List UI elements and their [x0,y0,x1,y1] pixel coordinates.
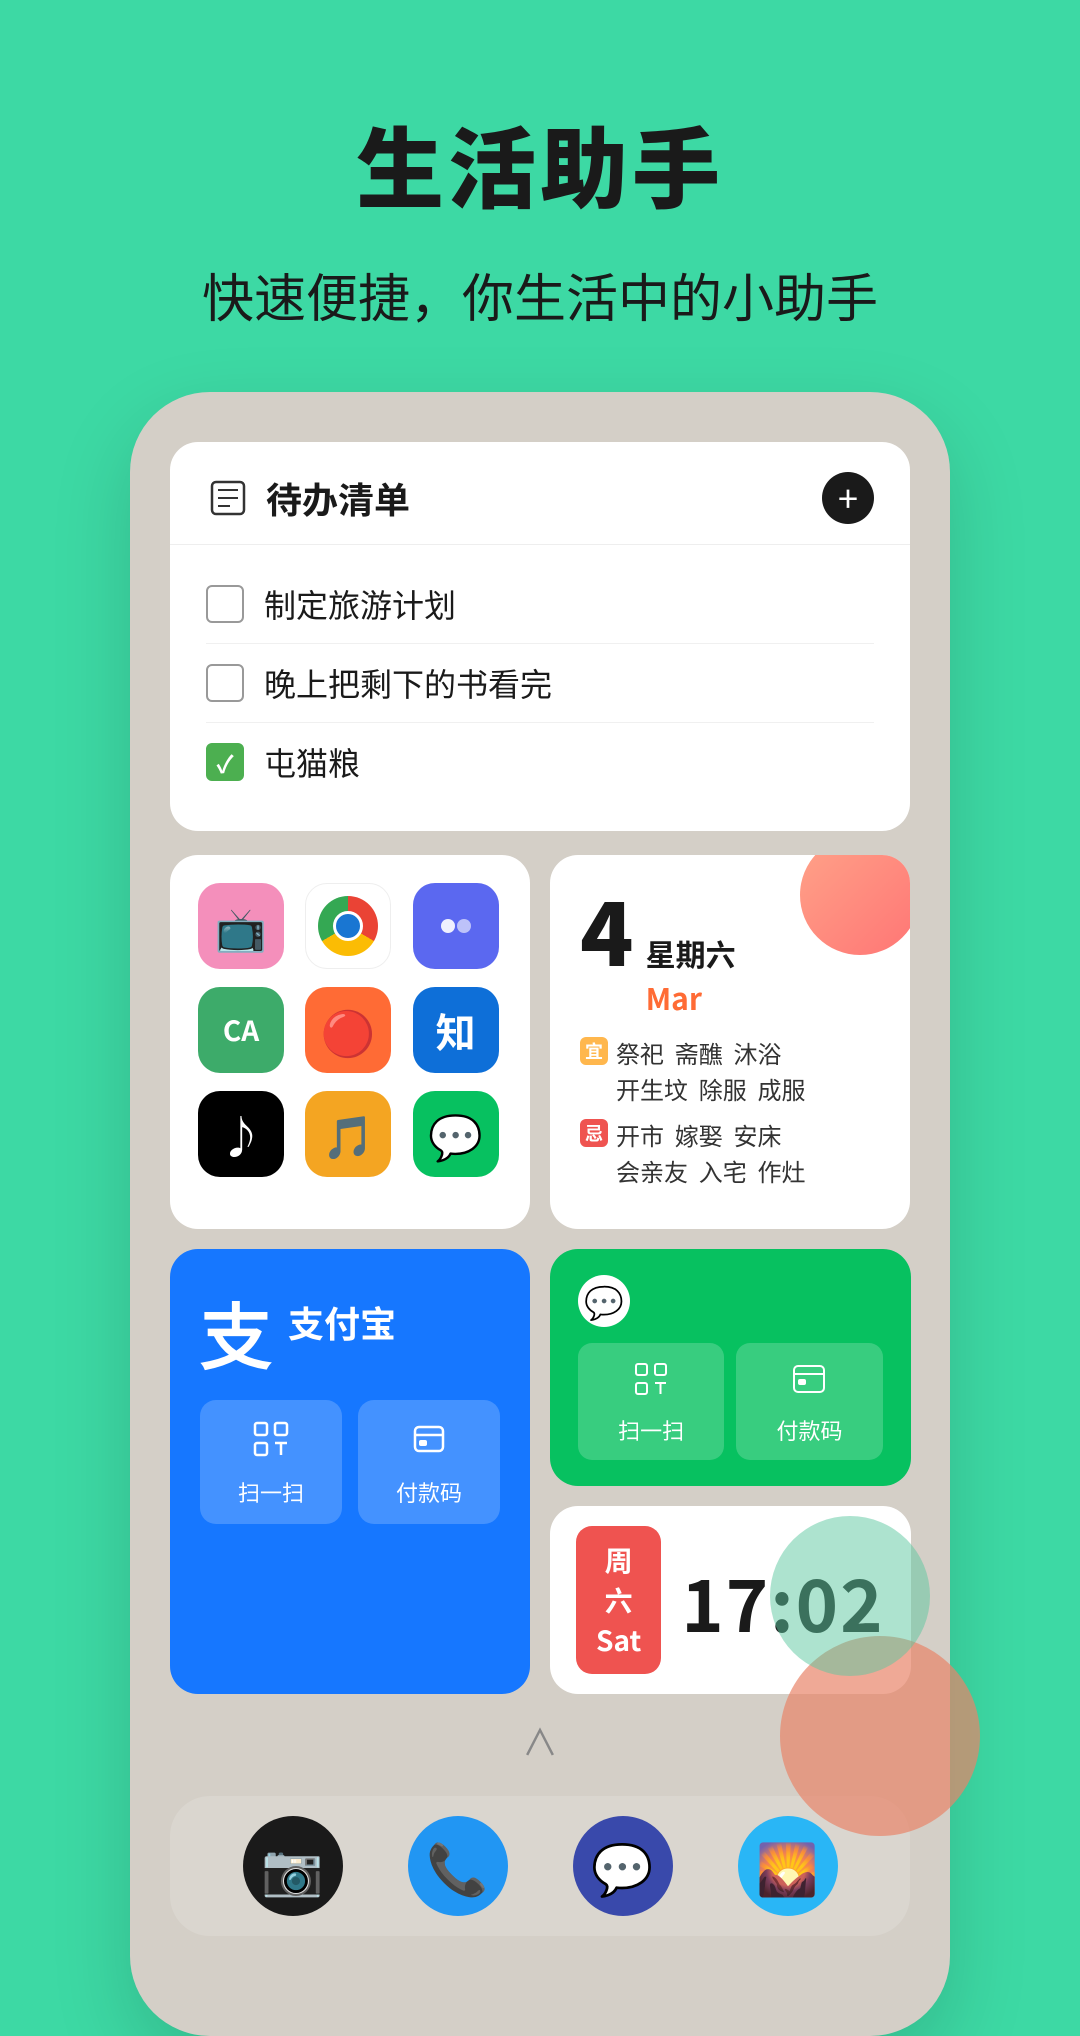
clock-weekday-cn: 周六 [596,1540,641,1620]
checkbox-3[interactable] [206,743,244,781]
tiktok-icon: ♪ [219,1102,263,1166]
cal-daymonth: 星期六 Mar [646,931,736,1019]
checkbox-1[interactable] [206,585,244,623]
header: 生活助手 快速便捷，你生活中的小助手 [0,0,1080,392]
widgets-row-1: 📺 CA 🔴 [170,855,910,1229]
wechat-scan-button[interactable]: 扫一扫 [578,1343,724,1460]
gallery-icon: 🌄 [756,1830,818,1902]
wechat-header: 💬 [578,1275,883,1327]
todo-header-left: 待办清单 [206,472,410,524]
wechat-actions: 扫一扫 付款码 [578,1343,883,1460]
cal-date-number: 4 [580,885,634,973]
plus-icon: + [838,479,858,515]
dock-phone-button[interactable]: 📞 [408,1816,508,1916]
todo-add-button[interactable]: + [822,472,874,524]
bad-badge: 忌 [580,1119,608,1147]
dock: 📷 📞 💬 🌄 [170,1796,910,1936]
wechat-pay-icon [792,1357,826,1406]
cal-month: Mar [646,975,736,1019]
good-badge: 宜 [580,1037,608,1065]
chevron-up-icon: ∧ [522,1714,558,1766]
dock-gallery-button[interactable]: 🌄 [738,1816,838,1916]
zhihu-text: 知 [436,1001,476,1059]
message-icon: 💬 [591,1830,653,1902]
cal-bad-row: 忌 开市 嫁娶 安床会亲友 入宅 作灶 [580,1117,880,1189]
clock-day-badge: 周六 Sat [576,1526,661,1674]
alipay-pay-icon [411,1416,447,1468]
wechat-scan-icon [634,1357,668,1406]
app-icon-tiktok[interactable]: ♪ [198,1091,284,1177]
ca-text: CA [223,1010,259,1050]
cal-good-items: 祭祀 斋醮 沐浴开生坟 除服 成服 [616,1035,806,1107]
todo-header: 待办清单 + [206,472,874,524]
alipay-pay-button[interactable]: 付款码 [358,1400,500,1524]
cal-weekday: 星期六 [646,931,736,975]
todo-title: 待办清单 [266,472,410,524]
alipay-pay-label: 付款码 [396,1476,462,1508]
app-icon-music[interactable]: 🎵 [305,1091,391,1177]
weibo-icon: 🔴 [321,998,376,1062]
app-icon-wechat[interactable]: 💬 [413,1091,499,1177]
wechat-app-icon: 💬 [428,1102,483,1166]
todo-text-3: 屯猫粮 [264,739,360,785]
phone-mockup: 待办清单 + 制定旅游计划 晚上把剩下的书看完 屯猫粮 📺 [130,392,950,2036]
clock-weekday-en: Sat [596,1620,641,1660]
wechat-scan-label: 扫一扫 [618,1414,684,1446]
wechat-pay-label: 付款码 [776,1414,842,1446]
right-column: 💬 扫一扫 [550,1249,911,1694]
alipay-logo: 支 [200,1279,272,1384]
todo-divider [170,544,910,545]
dock-camera-button[interactable]: 📷 [243,1816,343,1916]
alipay-scan-icon [253,1416,289,1468]
app-subtitle: 快速便捷，你生活中的小助手 [0,257,1080,332]
camera-icon: 📷 [261,1830,323,1902]
alipay-scan-label: 扫一扫 [238,1476,304,1508]
chrome-icon [318,896,378,956]
app-grid-widget: 📺 CA 🔴 [170,855,530,1229]
music-icon: 🎵 [322,1104,374,1165]
widgets-row-2: 支 支付宝 扫一扫 [170,1249,910,1694]
tv-icon: 📺 [215,896,267,957]
phone-icon: 📞 [426,1830,488,1902]
blue-app-icon [432,902,480,950]
todo-text-2: 晚上把剩下的书看完 [264,660,552,706]
todo-item-2[interactable]: 晚上把剩下的书看完 [206,643,874,722]
alipay-header: 支 支付宝 [200,1279,500,1384]
app-icon-tv[interactable]: 📺 [198,883,284,969]
app-icon-zhihu[interactable]: 知 [413,987,499,1073]
wechat-logo: 💬 [578,1275,630,1327]
app-icon-chrome[interactable] [305,883,391,969]
dock-message-button[interactable]: 💬 [573,1816,673,1916]
app-icon-blue[interactable] [413,883,499,969]
todo-text-1: 制定旅游计划 [264,581,456,627]
todo-item-3[interactable]: 屯猫粮 [206,722,874,801]
alipay-scan-button[interactable]: 扫一扫 [200,1400,342,1524]
cal-info: 宜 祭祀 斋醮 沐浴开生坟 除服 成服 忌 开市 嫁娶 安床会亲友 入宅 作灶 [580,1035,880,1189]
cal-good-row: 宜 祭祀 斋醮 沐浴开生坟 除服 成服 [580,1035,880,1107]
todo-widget: 待办清单 + 制定旅游计划 晚上把剩下的书看完 屯猫粮 [170,442,910,831]
wechat-icon: 💬 [584,1278,624,1324]
app-grid: 📺 CA 🔴 [198,883,502,1177]
app-title: 生活助手 [0,100,1080,227]
chevron-up[interactable]: ∧ [170,1714,910,1766]
alipay-name: 支付宝 [288,1296,396,1348]
cal-date-row: 4 星期六 Mar [580,885,880,1019]
clock-widget: 周六 Sat 17:02 [550,1506,911,1694]
cal-bad-items: 开市 嫁娶 安床会亲友 入宅 作灶 [616,1117,806,1189]
calendar-widget: 4 星期六 Mar 宜 祭祀 斋醮 沐浴开生坟 除服 成服 忌 开市 嫁娶 安床… [550,855,910,1229]
alipay-widget: 支 支付宝 扫一扫 [170,1249,530,1694]
todo-item-1[interactable]: 制定旅游计划 [206,565,874,643]
todo-list-icon [206,476,250,520]
wechat-pay-button[interactable]: 付款码 [736,1343,882,1460]
clock-time: 17:02 [681,1548,884,1653]
app-icon-ca[interactable]: CA [198,987,284,1073]
alipay-actions: 扫一扫 付款码 [200,1400,500,1524]
app-icon-weibo[interactable]: 🔴 [305,987,391,1073]
checkbox-2[interactable] [206,664,244,702]
wechat-widget: 💬 扫一扫 [550,1249,911,1486]
